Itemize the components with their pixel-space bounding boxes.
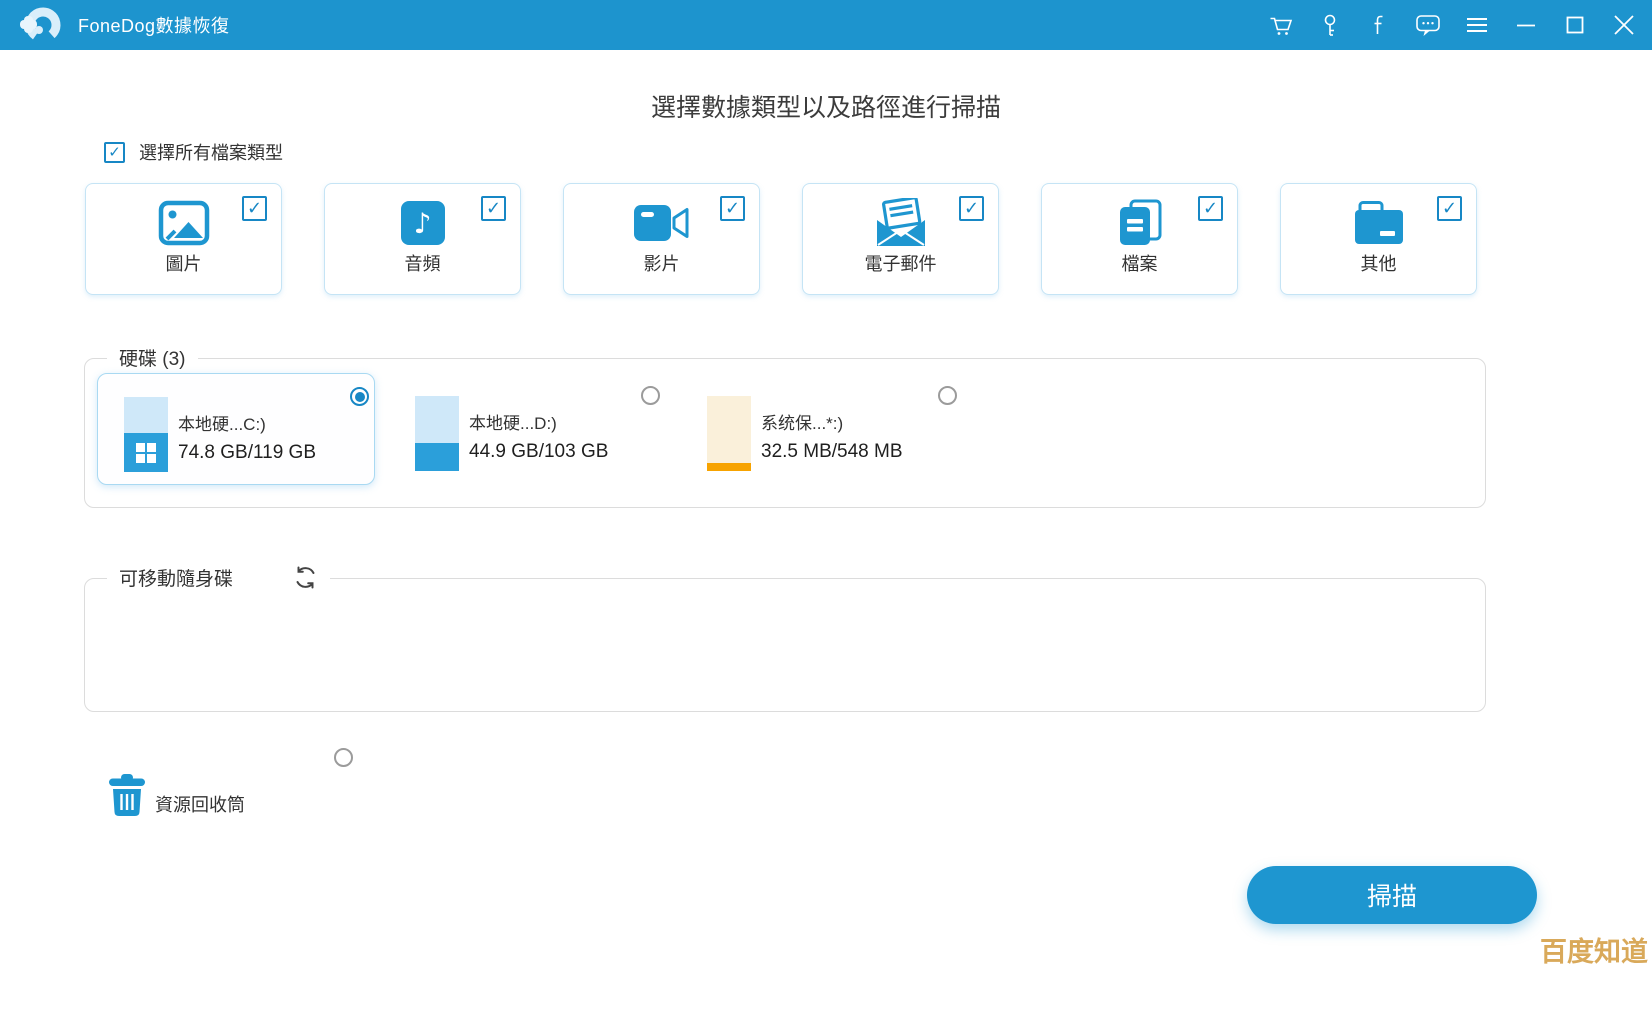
images-checkbox[interactable]: ✓ (242, 196, 267, 221)
removable-drives-section: 可移動隨身碟 (84, 564, 1486, 712)
drive-icon (707, 396, 751, 471)
drive-system[interactable]: 系统保...*:) 32.5 MB/548 MB (681, 373, 959, 485)
file-type-cards: ✓ 圖片 ✓ ♪ 音頻 ✓ 影片 ✓ 電子郵件 ✓ 檔案 ✓ 其他 (85, 183, 1482, 295)
card-label: 圖片 (165, 254, 202, 274)
video-checkbox[interactable]: ✓ (720, 196, 745, 221)
titlebar: FoneDog數據恢復 (0, 0, 1652, 50)
documents-checkbox[interactable]: ✓ (1198, 196, 1223, 221)
check-icon: ✓ (485, 198, 502, 218)
close-icon[interactable] (1610, 11, 1638, 39)
drive-name: 本地硬...D:) (469, 414, 557, 433)
card-label: 檔案 (1121, 254, 1158, 274)
recycle-bin-label: 資源回收筒 (155, 795, 245, 815)
check-icon: ✓ (963, 198, 980, 218)
check-icon: ✓ (108, 144, 121, 161)
card-documents[interactable]: ✓ 檔案 (1041, 183, 1238, 295)
menu-icon[interactable] (1463, 11, 1491, 39)
card-email[interactable]: ✓ 電子郵件 (802, 183, 999, 295)
drive-d-radio[interactable] (641, 386, 660, 405)
recycle-bin-radio[interactable] (334, 748, 353, 767)
drive-capacity: 32.5 MB/548 MB (761, 441, 903, 462)
card-images[interactable]: ✓ 圖片 (85, 183, 282, 295)
key-icon[interactable] (1316, 11, 1344, 39)
music-note-icon: ♪ (413, 206, 432, 240)
drive-capacity: 44.9 GB/103 GB (469, 441, 609, 462)
card-label: 音頻 (404, 254, 441, 274)
watermark: 百度知道 (1540, 937, 1648, 967)
cart-icon[interactable] (1267, 11, 1295, 39)
drive-capacity: 74.8 GB/119 GB (178, 442, 317, 463)
drive-icon (124, 397, 168, 472)
minimize-icon[interactable] (1512, 11, 1540, 39)
scan-button[interactable]: 掃描 (1247, 866, 1537, 924)
drive-c-radio[interactable] (350, 387, 369, 406)
select-all-checkbox[interactable]: ✓ (104, 141, 125, 163)
card-label: 影片 (643, 254, 680, 274)
app-title: FoneDog數據恢復 (78, 16, 230, 36)
card-audio[interactable]: ✓ ♪ 音頻 (324, 183, 521, 295)
drive-system-radio[interactable] (938, 386, 957, 405)
maximize-icon[interactable] (1561, 11, 1589, 39)
card-label: 電子郵件 (864, 254, 937, 274)
hard-disks-section: 硬碟 (3) 本地硬...C:) 74.8 GB/119 GB 本地硬...D:… (84, 344, 1486, 508)
card-other[interactable]: ✓ 其他 (1280, 183, 1477, 295)
page-title: 選擇數據類型以及路徑進行掃描 (650, 94, 1001, 122)
windows-logo-icon (136, 442, 156, 463)
recycle-bin-icon[interactable] (108, 774, 146, 821)
check-icon: ✓ (724, 198, 741, 218)
drive-name: 系统保...*:) (761, 414, 844, 433)
select-all-label: 選擇所有檔案類型 (139, 143, 283, 163)
select-all-row: ✓ 選擇所有檔案類型 (104, 139, 283, 165)
check-icon: ✓ (246, 198, 263, 218)
refresh-icon[interactable] (293, 565, 318, 590)
chat-icon[interactable] (1414, 11, 1442, 39)
drive-icon (415, 396, 459, 471)
email-checkbox[interactable]: ✓ (959, 196, 984, 221)
card-video[interactable]: ✓ 影片 (563, 183, 760, 295)
other-checkbox[interactable]: ✓ (1437, 196, 1462, 221)
app-window: FoneDog數據恢復 選擇數據類型以及路徑進行掃描 ✓ 選擇所有檔案類型 ✓ … (0, 0, 1652, 1011)
fonedog-logo-icon (20, 7, 61, 43)
check-icon: ✓ (1441, 198, 1458, 218)
facebook-icon[interactable] (1365, 11, 1393, 39)
drive-c[interactable]: 本地硬...C:) 74.8 GB/119 GB (97, 373, 375, 485)
drive-d[interactable]: 本地硬...D:) 44.9 GB/103 GB (389, 373, 667, 485)
card-label: 其他 (1360, 254, 1397, 274)
titlebar-buttons (1267, 0, 1638, 50)
check-icon: ✓ (1202, 198, 1219, 218)
hard-disks-legend: 硬碟 (3) (119, 349, 186, 370)
audio-checkbox[interactable]: ✓ (481, 196, 506, 221)
drive-name: 本地硬...C:) (178, 415, 266, 434)
removable-legend: 可移動隨身碟 (119, 569, 234, 590)
